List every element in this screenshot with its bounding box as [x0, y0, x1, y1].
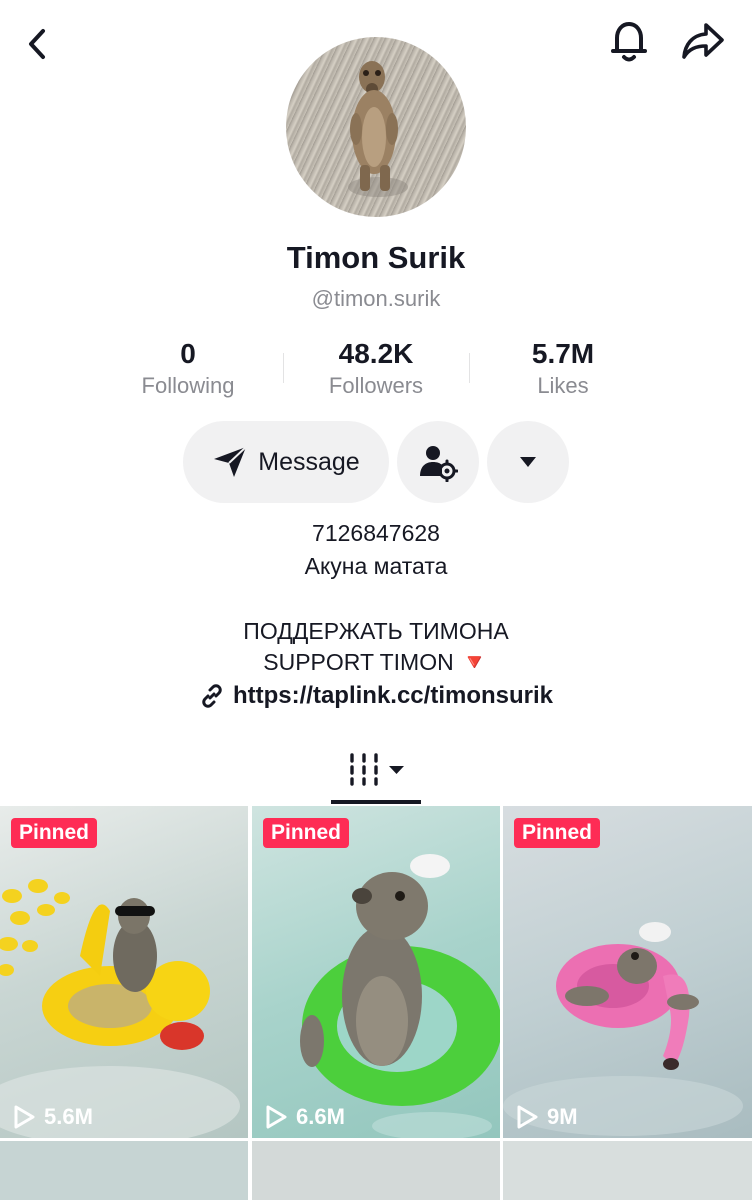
pinned-badge: Pinned: [514, 818, 601, 848]
chevron-left-icon: [29, 29, 45, 59]
play-icon: [266, 1105, 287, 1129]
share-arrow-icon: [682, 23, 724, 59]
tab-videos[interactable]: [331, 740, 421, 802]
grid-icon: [350, 753, 404, 786]
link-icon: [202, 684, 222, 708]
video-tile[interactable]: Pinned 6.6M: [252, 806, 500, 1138]
video-thumbnail: [503, 922, 743, 1136]
caret-down-icon: [520, 457, 536, 467]
view-count: 5.6M: [12, 1104, 93, 1130]
friend-settings-button[interactable]: [397, 421, 479, 503]
video-tile[interactable]: Pinned 9M: [503, 806, 752, 1138]
bell-icon: [611, 22, 647, 62]
avatar[interactable]: [286, 37, 466, 217]
stat-label: Likes: [537, 373, 589, 398]
view-count-text: 6.6M: [296, 1104, 345, 1129]
message-label: Message: [258, 447, 360, 476]
tab-underline: [331, 800, 421, 804]
stat-followers[interactable]: 48.2K Followers: [276, 338, 476, 402]
video-thumbnail: [0, 879, 240, 1138]
bio-line: Акуна матата: [304, 553, 448, 579]
pinned-badge: Pinned: [11, 818, 98, 848]
stat-value: 0: [180, 338, 196, 369]
view-count: 6.6M: [264, 1104, 345, 1130]
bio-line: SUPPORT TIMON 🔻: [263, 649, 489, 675]
stat-label: Following: [141, 373, 235, 398]
play-icon: [517, 1105, 538, 1129]
video-tile[interactable]: [252, 1141, 500, 1200]
bio-line: ПОДДЕРЖАТЬ ТИМОНА: [243, 618, 509, 644]
more-options-button[interactable]: [487, 421, 569, 503]
view-count-text: 9M: [547, 1104, 578, 1129]
share-button[interactable]: [676, 16, 730, 66]
stat-label: Followers: [328, 373, 424, 398]
view-count: 9M: [515, 1104, 578, 1130]
username: @timon.surik: [311, 286, 441, 311]
send-icon: [214, 446, 247, 477]
stat-likes[interactable]: 5.7M Likes: [463, 338, 663, 402]
message-button[interactable]: Message: [183, 421, 389, 503]
display-name: Timon Surik: [286, 240, 466, 275]
bio-link-text: https://taplink.cc/timonsurik: [232, 682, 554, 709]
notifications-button[interactable]: [604, 16, 654, 66]
play-icon: [14, 1105, 35, 1129]
bio-link[interactable]: https://taplink.cc/timonsurik: [0, 682, 752, 710]
pinned-badge: Pinned: [263, 818, 350, 848]
meerkat-photo: [348, 61, 408, 197]
stat-value: 48.2K: [338, 338, 414, 369]
video-thumbnail: [300, 854, 500, 1138]
video-tile[interactable]: [503, 1141, 752, 1200]
view-count-text: 5.6M: [44, 1104, 93, 1129]
video-tile[interactable]: Pinned 5.6M: [0, 806, 248, 1138]
user-settings-icon: [420, 446, 458, 482]
back-button[interactable]: [14, 20, 62, 68]
bio-line: 7126847628: [312, 520, 440, 546]
stat-value: 5.7M: [531, 338, 595, 369]
video-tile[interactable]: [0, 1141, 248, 1200]
stat-following[interactable]: 0 Following: [88, 338, 288, 402]
